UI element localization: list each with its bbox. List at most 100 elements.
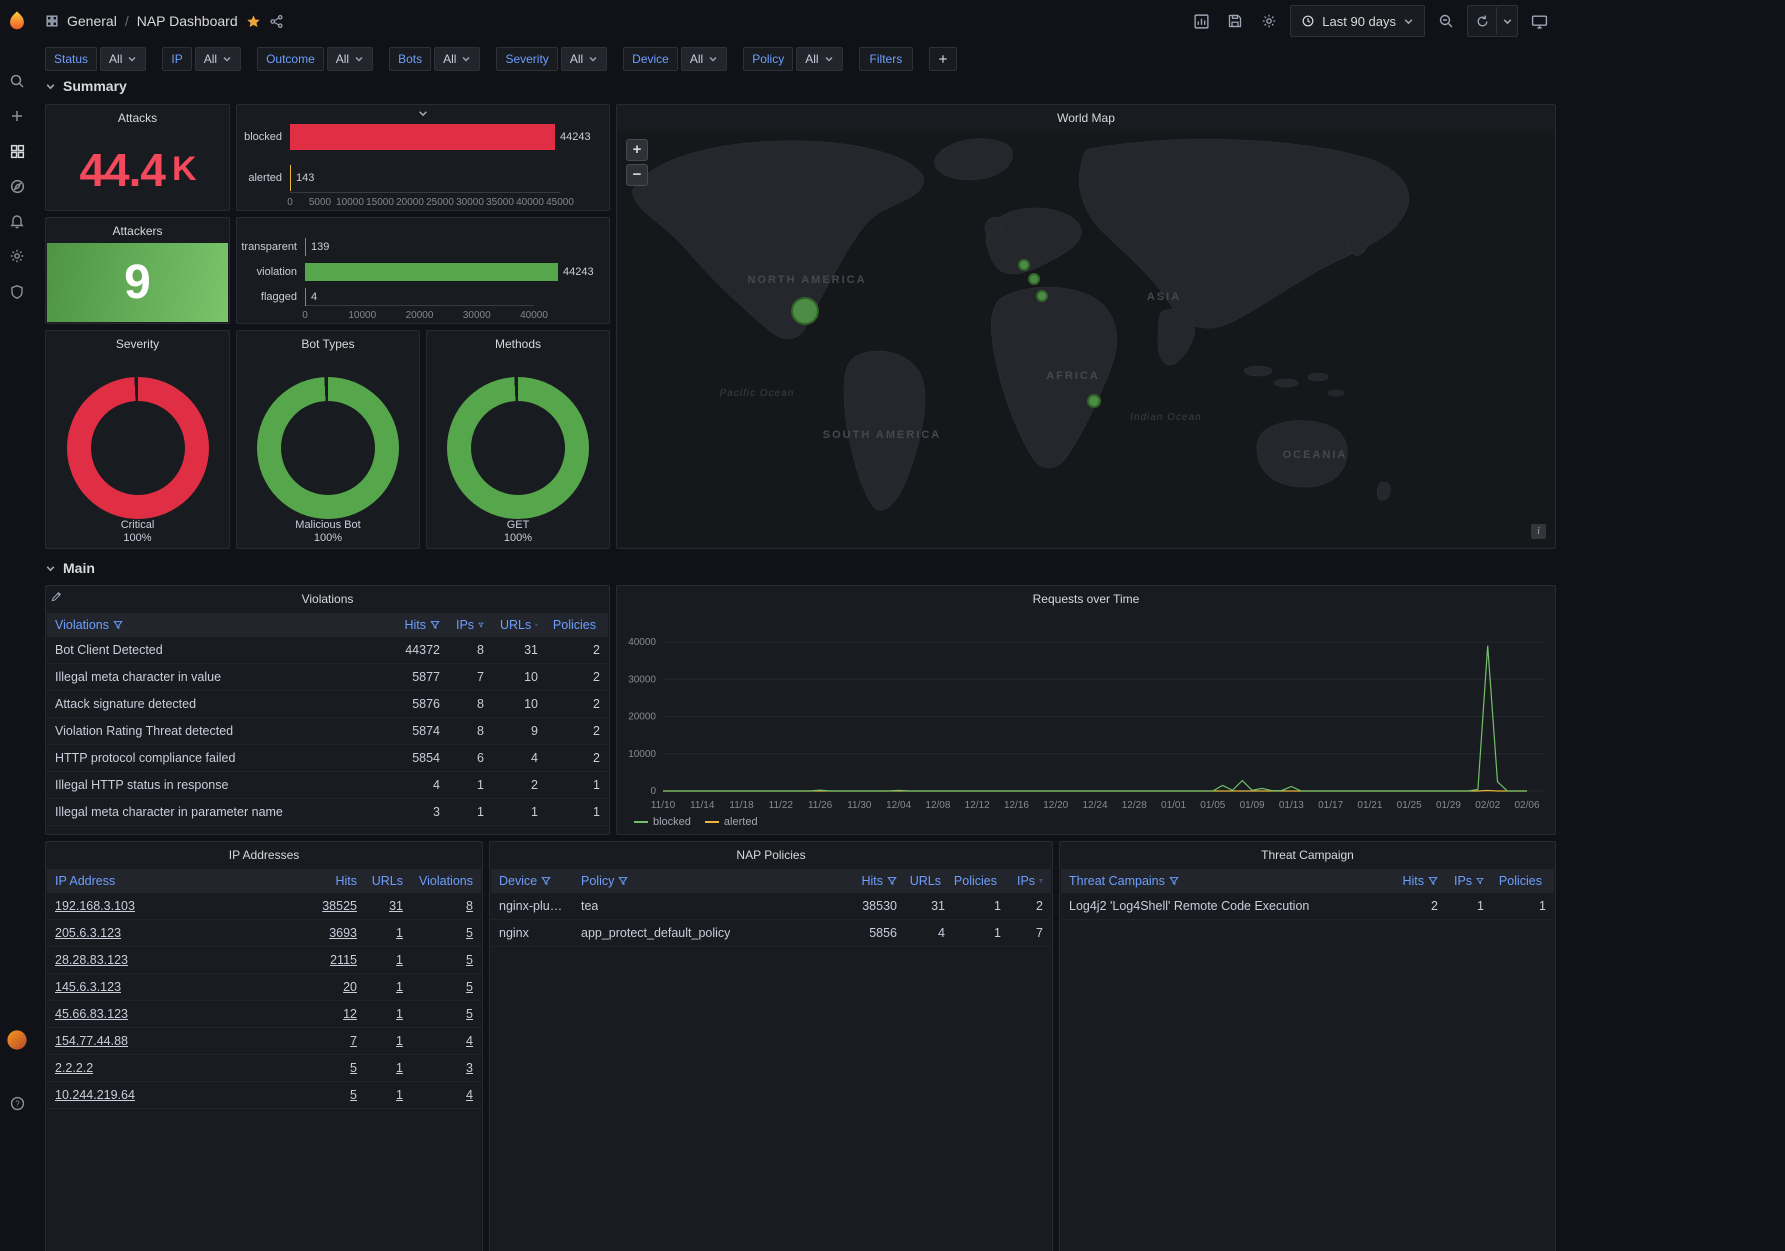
map-marker[interactable]	[791, 297, 819, 325]
column-header[interactable]: URLs	[492, 613, 546, 637]
column-header[interactable]: Violations	[411, 869, 481, 893]
table-cell[interactable]: 2115	[301, 947, 365, 973]
column-header[interactable]: Policies	[1492, 869, 1554, 893]
map-marker[interactable]	[1036, 290, 1048, 302]
table-cell[interactable]: 5	[301, 1082, 365, 1108]
table-cell[interactable]: 4	[411, 1082, 481, 1108]
table-cell[interactable]: 154.77.44.88	[47, 1028, 301, 1054]
table-cell[interactable]: 38525	[301, 893, 365, 919]
map-marker[interactable]	[1018, 259, 1030, 271]
filter-value-dropdown[interactable]: All	[680, 47, 728, 71]
search-icon[interactable]	[5, 69, 29, 93]
map-marker[interactable]	[1087, 394, 1101, 408]
panel-title[interactable]: Violations	[46, 586, 609, 612]
column-header[interactable]: Hits	[301, 869, 365, 893]
table-cell[interactable]: 28.28.83.123	[47, 947, 301, 973]
filter-value-dropdown[interactable]: All	[796, 47, 843, 71]
table-cell[interactable]: 1	[365, 1055, 411, 1081]
alerting-bell-icon[interactable]	[5, 209, 29, 233]
table-cell[interactable]: 5	[411, 920, 481, 946]
dashboards-icon[interactable]	[5, 139, 29, 163]
create-plus-icon[interactable]	[5, 104, 29, 128]
column-header[interactable]: Hits	[845, 869, 905, 893]
breadcrumb-dashboard-title[interactable]: NAP Dashboard	[137, 13, 238, 29]
table-cell[interactable]: 7	[301, 1028, 365, 1054]
section-toggle-main[interactable]: Main	[45, 560, 95, 576]
column-header[interactable]: IPs	[1446, 869, 1492, 893]
legend-item-alerted[interactable]: alerted	[704, 816, 758, 828]
explore-compass-icon[interactable]	[5, 174, 29, 198]
column-header[interactable]: Violations	[47, 613, 392, 637]
map-marker[interactable]	[1028, 273, 1040, 285]
table-cell[interactable]: 3693	[301, 920, 365, 946]
favorite-star-icon[interactable]	[246, 14, 261, 29]
configuration-gear-icon[interactable]	[5, 244, 29, 268]
panel-title[interactable]: Attacks	[46, 105, 229, 131]
table-cell[interactable]: 5	[411, 947, 481, 973]
filter-label[interactable]: Severity	[496, 47, 558, 71]
column-header[interactable]: Policies	[953, 869, 1009, 893]
panel-title[interactable]: Methods	[427, 331, 609, 357]
table-cell[interactable]: 12	[301, 1001, 365, 1027]
filter-value-dropdown[interactable]: All	[434, 47, 481, 71]
legend-item-blocked[interactable]: blocked	[634, 816, 691, 828]
panel-title[interactable]: Severity	[46, 331, 229, 357]
table-cell[interactable]: 31	[365, 893, 411, 919]
filter-label[interactable]: Device	[623, 47, 678, 71]
save-dashboard-icon[interactable]	[1222, 7, 1248, 35]
table-cell[interactable]: 45.66.83.123	[47, 1001, 301, 1027]
server-admin-shield-icon[interactable]	[5, 280, 29, 304]
column-header[interactable]: Policies	[546, 613, 608, 637]
column-header[interactable]: IPs	[1009, 869, 1051, 893]
refresh-icon[interactable]	[1468, 7, 1496, 35]
table-cell[interactable]: 3	[411, 1055, 481, 1081]
table-cell[interactable]: 10.244.219.64	[47, 1082, 301, 1108]
filter-label[interactable]: Bots	[389, 47, 432, 71]
table-cell[interactable]: 1	[365, 1001, 411, 1027]
panel-title[interactable]: Bot Types	[237, 331, 419, 357]
filter-label[interactable]: Policy	[743, 47, 794, 71]
map-attribution-icon[interactable]: i	[1531, 524, 1546, 539]
panel-edit-icon[interactable]	[51, 591, 62, 602]
filter-label[interactable]: Status	[45, 47, 98, 71]
table-cell[interactable]: 1	[365, 947, 411, 973]
filter-value-dropdown[interactable]: All	[100, 47, 147, 71]
filter-label[interactable]: IP	[162, 47, 192, 71]
section-toggle-summary[interactable]: Summary	[45, 78, 127, 94]
column-header[interactable]: Threat Campains	[1061, 869, 1394, 893]
panel-title[interactable]: Attackers	[46, 218, 229, 244]
table-cell[interactable]: 1	[365, 974, 411, 1000]
column-header[interactable]: Policy	[573, 869, 845, 893]
filter-label[interactable]: Outcome	[257, 47, 324, 71]
filter-value-dropdown[interactable]: All	[326, 47, 374, 71]
column-header[interactable]: URLs	[365, 869, 411, 893]
column-header[interactable]: IP Address	[47, 869, 301, 893]
grafana-logo-icon[interactable]	[5, 9, 29, 33]
table-cell[interactable]: 205.6.3.123	[47, 920, 301, 946]
filter-value-dropdown[interactable]: All	[560, 47, 608, 71]
panel-title[interactable]: Requests over Time	[617, 586, 1555, 612]
help-icon[interactable]: ?	[5, 1091, 29, 1115]
column-header[interactable]: IPs	[448, 613, 492, 637]
user-avatar[interactable]	[5, 1028, 29, 1052]
table-cell[interactable]: 145.6.3.123	[47, 974, 301, 1000]
add-filter-button[interactable]	[929, 47, 958, 71]
add-panel-icon[interactable]	[1188, 7, 1214, 35]
filter-value-dropdown[interactable]: All	[194, 47, 242, 71]
column-header[interactable]: Hits	[392, 613, 448, 637]
panel-title[interactable]: World Map	[617, 105, 1555, 131]
table-cell[interactable]: 2.2.2.2	[47, 1055, 301, 1081]
share-icon[interactable]	[269, 14, 284, 29]
time-range-picker[interactable]: Last 90 days	[1290, 5, 1425, 37]
breadcrumb-folder[interactable]: General	[67, 13, 117, 29]
table-cell[interactable]: 1	[365, 1028, 411, 1054]
table-cell[interactable]: 20	[301, 974, 365, 1000]
map-zoom-in-button[interactable]: +	[626, 139, 648, 161]
refresh-interval-caret-icon[interactable]	[1496, 7, 1517, 35]
column-header[interactable]: Device	[491, 869, 573, 893]
kiosk-monitor-icon[interactable]	[1526, 7, 1552, 35]
dashboard-settings-gear-icon[interactable]	[1256, 7, 1282, 35]
panel-title[interactable]: IP Addresses	[46, 842, 482, 868]
table-cell[interactable]: 192.168.3.103	[47, 893, 301, 919]
panel-title[interactable]: NAP Policies	[490, 842, 1052, 868]
